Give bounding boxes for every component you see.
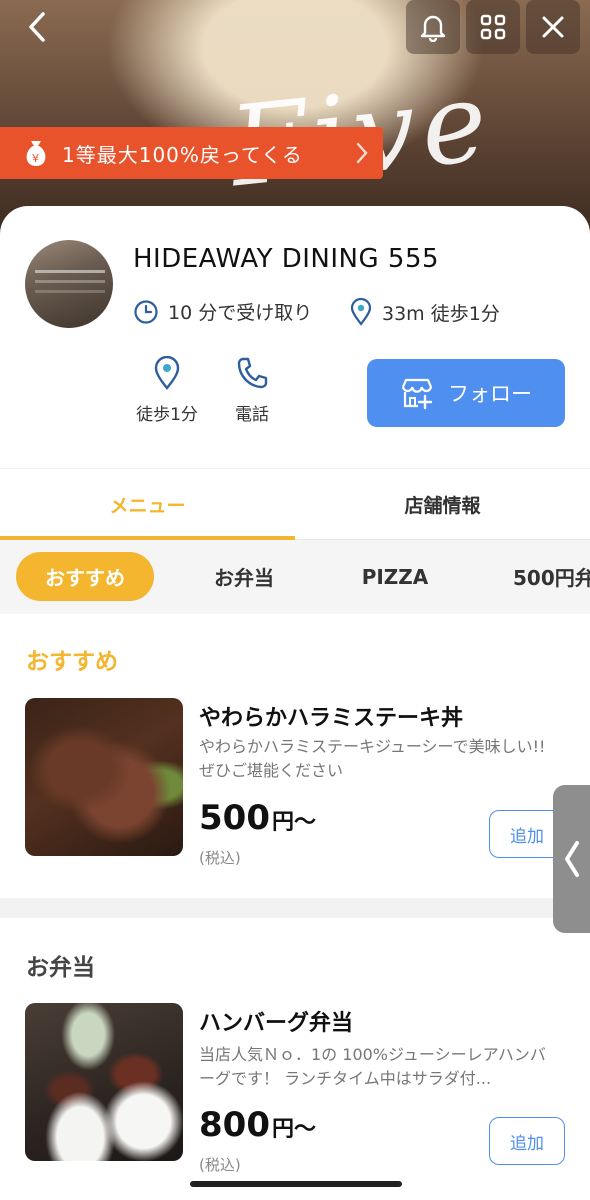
section-title-bento: お弁当 — [26, 955, 95, 981]
phone-label: 電話 — [235, 405, 269, 425]
item-name: やわらかハラミステーキ丼 — [199, 706, 464, 731]
tab-bar: メニュー 店舗情報 — [0, 468, 590, 540]
item-description: やわらかハラミステーキジューシーで美味しい!!ぜひご堪能ください — [199, 737, 546, 780]
home-indicator — [190, 1181, 402, 1187]
close-button[interactable] — [526, 0, 580, 54]
phone-button[interactable]: 電話 — [212, 356, 292, 425]
location-pin-icon — [154, 356, 180, 390]
store-add-icon — [401, 378, 433, 410]
category-chip-bento[interactable]: お弁当 — [190, 552, 298, 601]
add-button[interactable]: 追加 — [489, 1117, 565, 1165]
category-bar: おすすめ お弁当 PIZZA 500円弁 — [0, 540, 590, 614]
item-price: 500円〜 — [199, 798, 316, 838]
follow-button[interactable]: フォロー — [367, 359, 565, 427]
item-name: ハンバーグ弁当 — [199, 1011, 354, 1036]
header-actions — [400, 0, 580, 54]
location-pin-icon — [350, 298, 372, 326]
phone-icon — [237, 357, 268, 389]
clock-icon — [134, 299, 158, 324]
distance-text: 33m 徒歩1分 — [382, 302, 500, 325]
menu-grid-button[interactable] — [466, 0, 520, 54]
promo-text: 1等最大100%戻ってくる — [62, 142, 303, 167]
item-photo — [25, 698, 183, 856]
pickup-time: 10 分で受け取り — [133, 298, 312, 325]
item-description: 当店人気Ｎｏ．1の 100%ジューシーレアハンバーグです！ ランチタイム中はサラ… — [199, 1045, 546, 1088]
grid-icon — [480, 14, 506, 40]
back-button[interactable] — [14, 0, 60, 54]
tax-note: (税込) — [199, 849, 241, 867]
price-suffix: 円〜 — [271, 810, 316, 835]
section-title-recommended: おすすめ — [26, 649, 118, 675]
bell-icon — [420, 15, 446, 42]
chevron-right-icon — [356, 142, 368, 164]
chevron-left-icon — [564, 841, 579, 877]
category-chip-500yen[interactable]: 500円弁 — [495, 552, 590, 601]
promo-banner[interactable]: ¥ 1等最大100%戻ってくる — [0, 127, 383, 179]
price-suffix: 円〜 — [271, 1117, 316, 1142]
item-price: 800円〜 — [199, 1105, 316, 1145]
chevron-left-icon — [29, 12, 45, 42]
section-divider — [0, 898, 590, 918]
item-photo — [25, 1003, 183, 1161]
category-chip-recommended[interactable]: おすすめ — [16, 552, 154, 601]
money-bag-icon: ¥ — [26, 141, 46, 166]
tab-shop-info[interactable]: 店舗情報 — [295, 469, 590, 539]
category-chip-pizza[interactable]: PIZZA — [340, 552, 450, 601]
follow-label: フォロー — [448, 382, 532, 406]
close-icon — [542, 16, 564, 38]
side-drawer-handle[interactable] — [553, 785, 590, 933]
price-value: 800 — [199, 1105, 270, 1145]
walk-directions-button[interactable]: 徒歩1分 — [127, 356, 207, 425]
svg-text:¥: ¥ — [32, 152, 40, 165]
price-value: 500 — [199, 798, 270, 838]
pickup-time-text: 10 分で受け取り — [168, 302, 313, 324]
shop-name: HIDEAWAY DINING 555 — [133, 244, 440, 274]
shop-avatar — [25, 240, 113, 328]
walk-label: 徒歩1分 — [136, 405, 198, 425]
shop-distance: 33m 徒歩1分 — [349, 298, 500, 326]
tab-menu[interactable]: メニュー — [0, 469, 295, 540]
tax-note: (税込) — [199, 1156, 241, 1174]
notification-button[interactable] — [406, 0, 460, 54]
